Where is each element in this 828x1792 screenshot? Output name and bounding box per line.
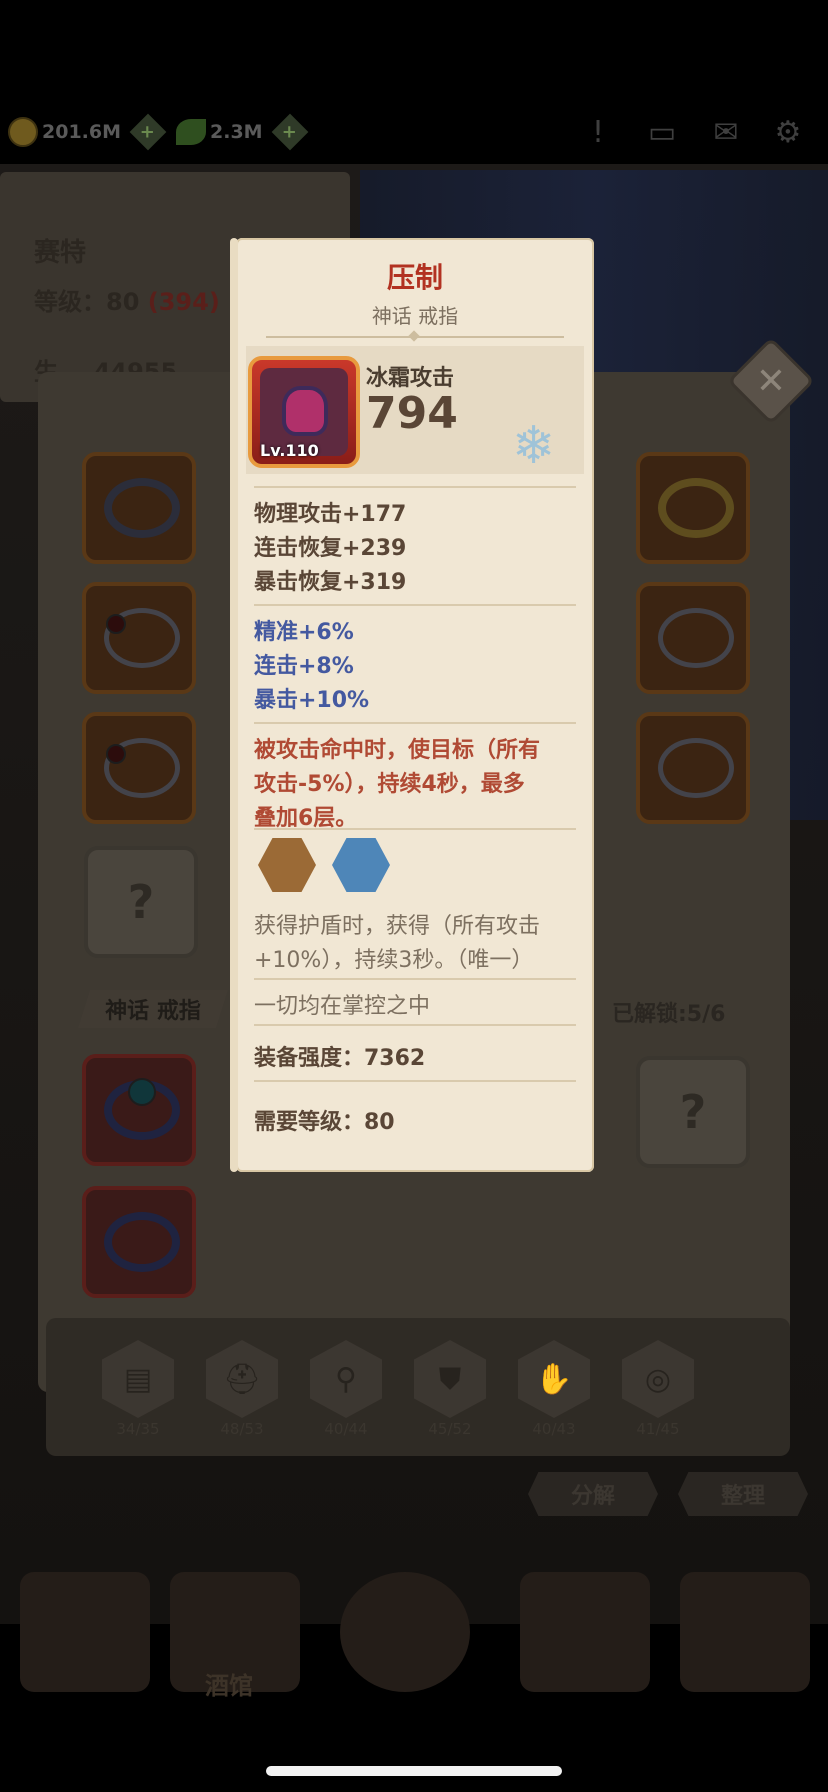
ring-slot[interactable] bbox=[636, 582, 750, 694]
leaf-gem-icon bbox=[176, 119, 206, 145]
hero-level: 等级：80 (394) bbox=[34, 282, 220, 317]
tab-count: 40/43 bbox=[532, 1420, 576, 1438]
blue-socket-icon bbox=[332, 838, 390, 892]
tab-books[interactable]: ▤ 34/35 bbox=[96, 1340, 180, 1438]
tab-count: 40/44 bbox=[324, 1420, 368, 1438]
gem-icon bbox=[128, 1078, 156, 1106]
tab-count: 45/52 bbox=[428, 1420, 472, 1438]
snowflake-icon: ❄ bbox=[512, 416, 556, 476]
tab-count: 34/35 bbox=[116, 1420, 160, 1438]
bronze-socket-icon bbox=[258, 838, 316, 892]
helmet-icon: ⛑ bbox=[206, 1340, 278, 1418]
mail-icon[interactable]: ✉ bbox=[704, 110, 748, 154]
nav-tavern-label: 酒馆 bbox=[205, 1672, 253, 1700]
hero-level-label: 等级：80 bbox=[34, 288, 140, 316]
alert-icon[interactable]: ! bbox=[576, 110, 620, 154]
armor-icon: ⛊ bbox=[414, 1340, 486, 1418]
book-icon: ▤ bbox=[102, 1340, 174, 1418]
gold-coin-icon bbox=[8, 117, 38, 147]
divider-ornament bbox=[266, 336, 564, 338]
question-icon: ? bbox=[679, 1085, 707, 1139]
ring-slot[interactable] bbox=[636, 712, 750, 824]
chat-icon[interactable]: ▭ bbox=[640, 110, 684, 154]
gold-amount: 201.6M bbox=[42, 121, 122, 143]
nav-guild[interactable] bbox=[520, 1572, 650, 1692]
gem-amount: 2.3M bbox=[210, 121, 263, 143]
close-icon: ✕ bbox=[755, 360, 787, 402]
ring-icon bbox=[104, 1212, 180, 1272]
divider bbox=[254, 486, 576, 488]
gem-icon bbox=[106, 614, 126, 634]
equipment-power: 装备强度：7362 bbox=[254, 1046, 426, 1071]
mythic-ring-slot[interactable] bbox=[82, 1054, 196, 1166]
effect-line: 被攻击命中时，使目标（所有 bbox=[254, 738, 541, 763]
set-effect-line: 获得护盾时，获得（所有攻击 bbox=[254, 914, 541, 939]
ring-slot[interactable] bbox=[82, 452, 196, 564]
ring-slot[interactable] bbox=[82, 712, 196, 824]
section-title: 神话 戒指 bbox=[78, 990, 228, 1028]
gem-resource[interactable]: 2.3M + bbox=[176, 113, 308, 151]
stat-line: 连击恢复+239 bbox=[254, 536, 407, 561]
bonus-stat-line: 暴击+10% bbox=[254, 688, 370, 713]
item-icon-frame: Lv.110 bbox=[248, 356, 360, 468]
nav-home[interactable] bbox=[20, 1572, 150, 1692]
tab-count: 48/53 bbox=[220, 1420, 264, 1438]
decompose-button[interactable]: 分解 bbox=[528, 1472, 658, 1516]
nav-shop[interactable] bbox=[680, 1572, 810, 1692]
main-stat-value: 794 bbox=[366, 388, 458, 439]
ring-icon bbox=[658, 478, 734, 538]
divider bbox=[254, 722, 576, 724]
tab-gloves[interactable]: ✋ 40/43 bbox=[512, 1340, 596, 1438]
tab-staffs[interactable]: ⚲ 40/44 bbox=[304, 1340, 388, 1438]
hero-level-extra: (394) bbox=[147, 288, 220, 316]
item-level-badge: Lv.110 bbox=[260, 441, 319, 460]
hero-name: 赛特 bbox=[34, 238, 87, 268]
unlocked-count: 已解锁:5/6 bbox=[612, 1002, 726, 1027]
stat-line: 暴击恢复+319 bbox=[254, 570, 407, 595]
flavor-text: 一切均在掌控之中 bbox=[254, 994, 431, 1019]
ring-icon: ◎ bbox=[622, 1340, 694, 1418]
bonus-stat-line: 连击+8% bbox=[254, 654, 354, 679]
glove-icon: ✋ bbox=[518, 1340, 590, 1418]
tab-count: 41/45 bbox=[636, 1420, 680, 1438]
required-level: 需要等级：80 bbox=[254, 1110, 395, 1135]
ring-slot[interactable] bbox=[82, 582, 196, 694]
sort-button[interactable]: 整理 bbox=[678, 1472, 808, 1516]
gold-resource[interactable]: 201.6M + bbox=[8, 113, 167, 151]
divider bbox=[254, 1024, 576, 1026]
divider bbox=[254, 604, 576, 606]
item-name: 压制 bbox=[386, 261, 443, 294]
tab-helmets[interactable]: ⛑ 48/53 bbox=[200, 1340, 284, 1438]
mythic-ring-slot[interactable] bbox=[82, 1186, 196, 1298]
question-icon: ? bbox=[127, 875, 155, 929]
resource-bar: 201.6M + 2.3M + ! ▭ ✉ ⚙ bbox=[0, 100, 828, 164]
add-gold-icon[interactable]: + bbox=[129, 113, 167, 151]
gem-icon bbox=[106, 744, 126, 764]
home-indicator[interactable] bbox=[266, 1766, 562, 1776]
staff-icon: ⚲ bbox=[310, 1340, 382, 1418]
divider bbox=[254, 1080, 576, 1082]
set-effect-line: +10%），持续3秒。（唯一） bbox=[254, 948, 534, 973]
ring-icon bbox=[104, 478, 180, 538]
effect-line: 攻击-5%），持续4秒，最多 bbox=[254, 772, 525, 797]
divider bbox=[254, 828, 576, 830]
divider bbox=[254, 978, 576, 980]
bottom-nav bbox=[0, 1562, 828, 1712]
bonus-stat-line: 精准+6% bbox=[254, 620, 354, 645]
tab-rings[interactable]: ◎ 41/45 bbox=[616, 1340, 700, 1438]
gear-icon[interactable]: ⚙ bbox=[766, 110, 810, 154]
stat-line: 物理攻击+177 bbox=[254, 502, 407, 527]
nav-battle[interactable] bbox=[340, 1572, 470, 1692]
locked-slot[interactable]: ? bbox=[636, 1056, 750, 1168]
ring-icon bbox=[282, 386, 328, 436]
add-gem-icon[interactable]: + bbox=[271, 113, 308, 151]
locked-slot[interactable]: ? bbox=[84, 846, 198, 958]
ring-icon bbox=[658, 738, 734, 798]
tab-armor[interactable]: ⛊ 45/52 bbox=[408, 1340, 492, 1438]
ring-icon bbox=[658, 608, 734, 668]
item-tooltip: 压制 神话 戒指 Lv.110 冰霜攻击 794 ❄ 物理攻击+177 连击恢复… bbox=[230, 238, 594, 1172]
item-type: 神话 戒指 bbox=[371, 304, 459, 328]
ring-slot[interactable] bbox=[636, 452, 750, 564]
